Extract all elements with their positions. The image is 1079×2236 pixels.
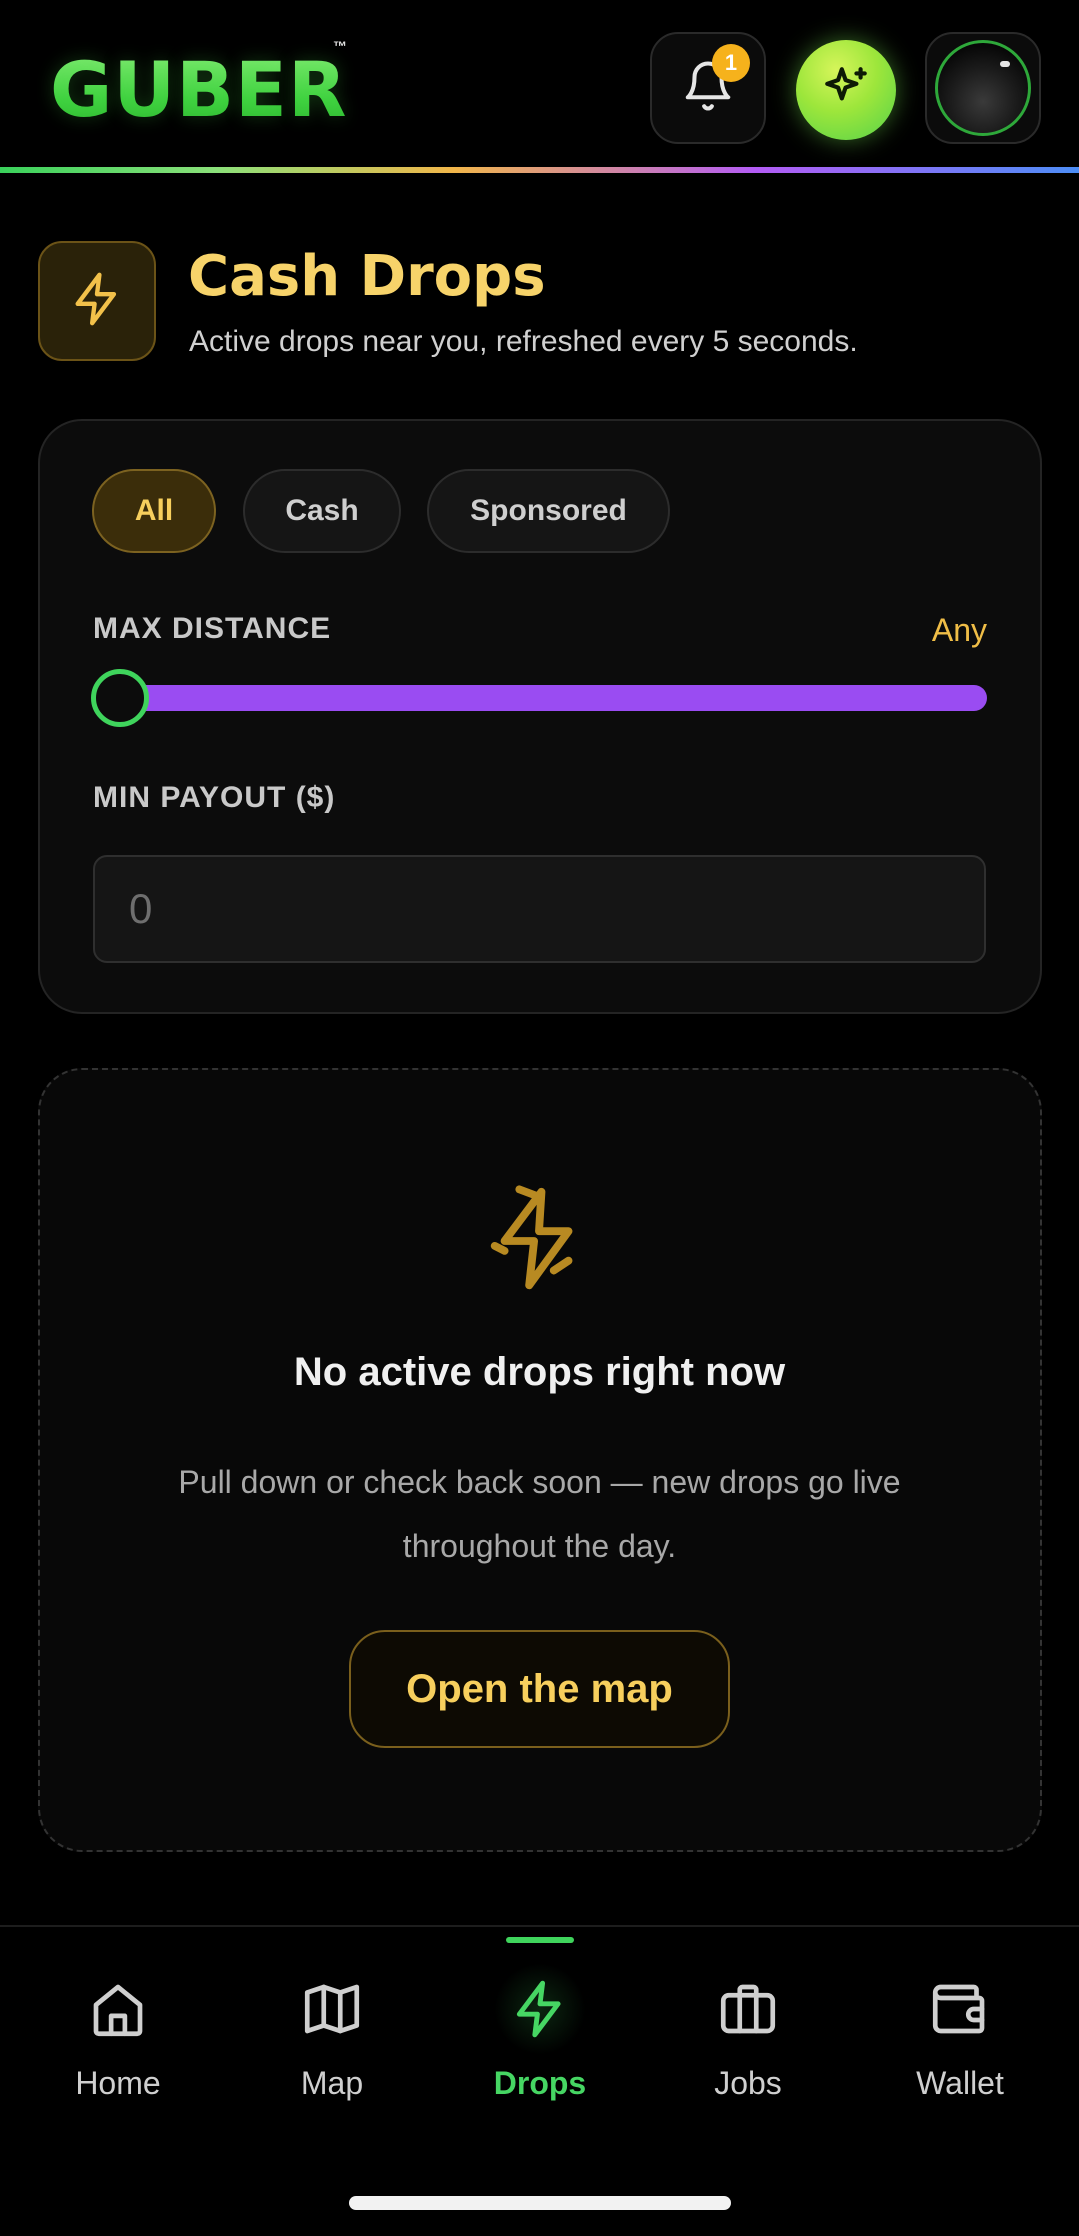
nav-label-drops: Drops [493,2065,587,2101]
nav-label-home: Home [75,2065,161,2101]
nav-item-map[interactable]: Map [242,1965,422,2115]
min-payout-input[interactable] [93,855,986,963]
ai-assistant-button[interactable] [796,40,896,140]
filter-chip-sponsored[interactable]: Sponsored [427,469,670,553]
nav-item-jobs[interactable]: Jobs [658,1965,838,2115]
filter-chip-cash[interactable]: Cash [243,469,401,553]
page-title: Cash Drops [188,244,546,309]
nav-label-map: Map [300,2065,364,2101]
empty-state-text: Pull down or check back soon — new drops… [178,1464,901,1564]
home-icon [82,1973,154,2045]
profile-button[interactable] [925,32,1041,144]
active-tab-indicator [506,1937,574,1943]
home-indicator-bar[interactable] [349,2196,731,2210]
page-subtitle: Active drops near you, refreshed every 5… [189,325,858,358]
nav-label-wallet: Wallet [916,2065,1004,2101]
nav-item-drops[interactable]: Drops [450,1963,630,2115]
cash-drops-badge [38,241,156,361]
nav-item-wallet[interactable]: Wallet [870,1965,1050,2115]
app-screen: GUBER ™ 1 Cash Drops Active drops near y… [0,0,1079,2236]
notifications-button[interactable] [650,32,766,144]
nav-label-jobs: Jobs [714,2065,782,2101]
empty-state-title: No active drops right now [293,1350,786,1394]
max-distance-slider-track[interactable] [120,685,987,711]
max-distance-label: MAX DISTANCE [93,612,332,645]
top-header: GUBER ™ 1 [0,0,1079,168]
min-payout-label: MIN PAYOUT ($) [93,781,336,814]
filter-chip-all[interactable]: All [92,469,216,553]
open-map-button[interactable]: Open the map [349,1630,730,1748]
zap-icon [494,1963,586,2055]
guber-logo[interactable]: GUBER [50,44,347,136]
max-distance-slider-thumb[interactable] [91,669,149,727]
notification-badge: 1 [712,44,750,82]
header-gradient-divider [0,167,1079,173]
sparkles-icon [821,63,871,118]
avatar [935,40,1031,136]
trademark-symbol: ™ [333,38,347,54]
briefcase-icon [712,1973,784,2045]
zap-icon [68,270,126,333]
map-icon [296,1973,368,2045]
wallet-icon [924,1973,996,2045]
zap-off-icon [480,1176,598,1311]
nav-item-home[interactable]: Home [28,1965,208,2115]
max-distance-value: Any [931,612,987,648]
